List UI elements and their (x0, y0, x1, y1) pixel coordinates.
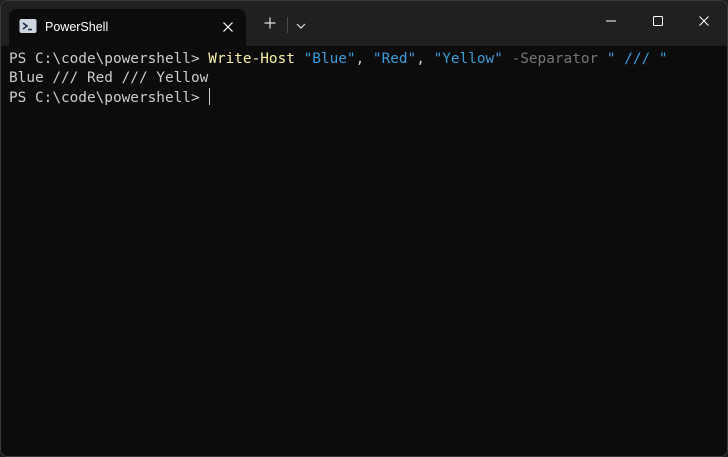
terminal-window: PowerShell PS C:\code\powershell> Write-… (0, 0, 728, 457)
minimize-button[interactable] (588, 1, 634, 43)
powershell-icon (19, 18, 37, 34)
minimize-icon (606, 13, 616, 31)
string-arg: "Blue" (303, 51, 356, 67)
maximize-icon (653, 13, 663, 31)
new-tab-button[interactable] (258, 13, 282, 37)
chevron-down-icon (296, 16, 306, 34)
output-line: Blue /// Red /// Yellow (9, 69, 208, 88)
prompt-line: PS C:\code\powershell> (9, 88, 211, 107)
prompt: PS C:\code\powershell> (9, 90, 209, 106)
close-window-button[interactable] (681, 1, 727, 43)
prompt: PS C:\code\powershell> (9, 51, 209, 67)
plus-icon (264, 16, 276, 34)
close-icon (699, 13, 709, 31)
close-icon[interactable] (219, 18, 237, 36)
string-arg: "Red" (372, 51, 417, 67)
comma: , (355, 51, 373, 67)
title-bar[interactable]: PowerShell (1, 1, 727, 46)
text-cursor (209, 88, 211, 105)
maximize-button[interactable] (635, 1, 681, 43)
command-line: PS C:\code\powershell> Write-Host "Blue"… (9, 50, 668, 69)
terminal-output[interactable]: PS C:\code\powershell> Write-Host "Blue"… (1, 46, 727, 456)
tab-separator (287, 17, 288, 33)
command-name: Write-Host (208, 51, 295, 67)
separator-value: " /// " (606, 51, 668, 67)
tab-powershell[interactable]: PowerShell (9, 9, 246, 46)
tab-title: PowerShell (45, 20, 109, 34)
string-arg: "Yellow" (433, 51, 503, 67)
comma: , (416, 51, 434, 67)
command-output: Blue /// Red /// Yellow (9, 70, 209, 86)
parameter-name: -Separator (511, 51, 599, 67)
profile-dropdown-button[interactable] (290, 13, 312, 37)
